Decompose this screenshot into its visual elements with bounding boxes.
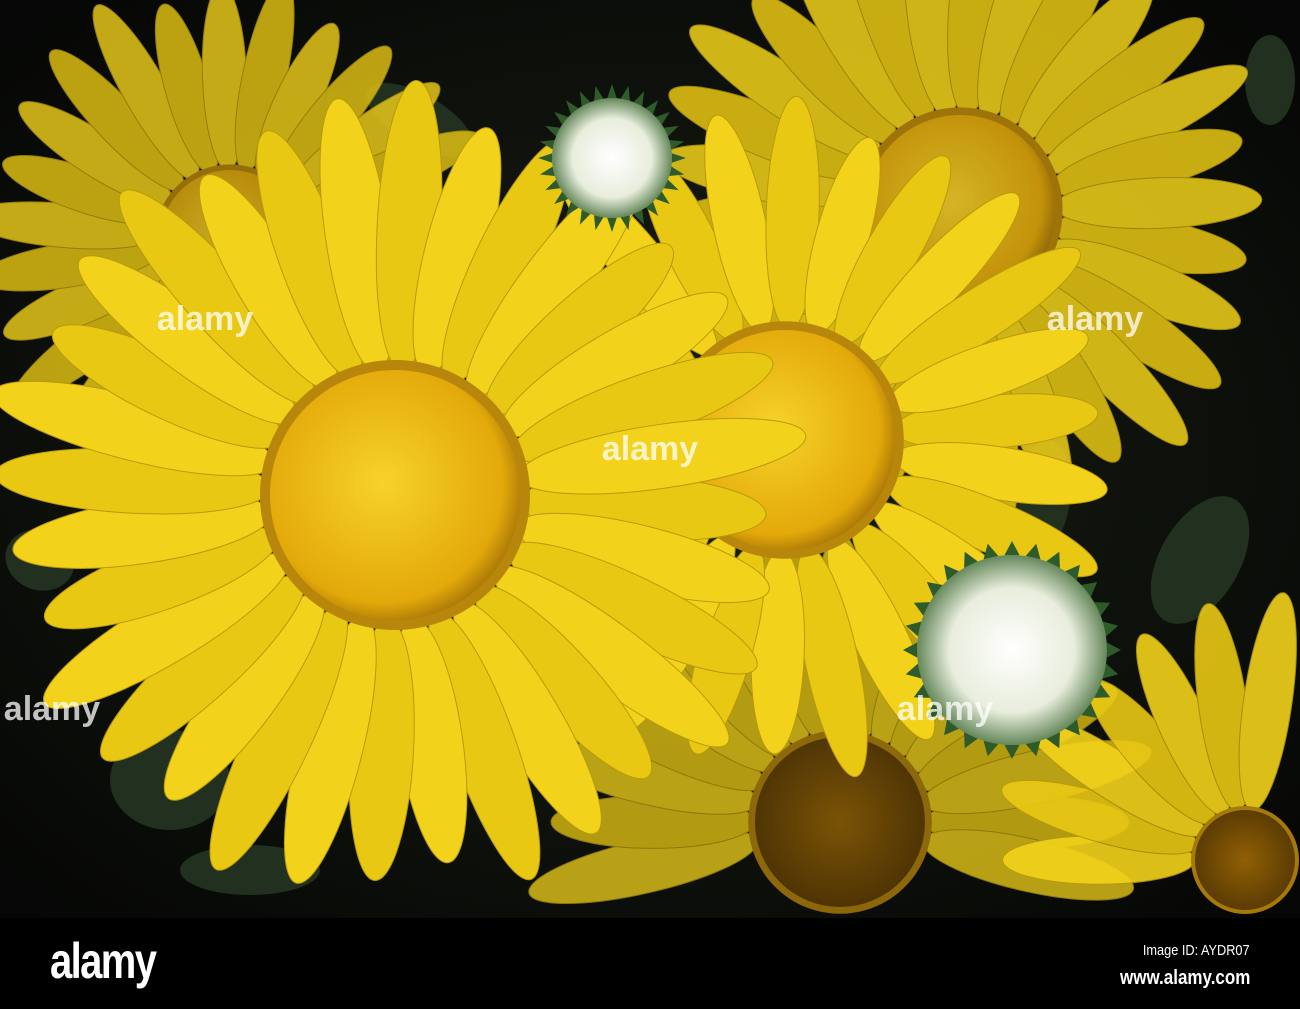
watermark-text: alamy bbox=[1047, 300, 1143, 338]
alamy-logo: alamy bbox=[50, 933, 157, 989]
watermark-text: alamy bbox=[4, 690, 100, 728]
leaf bbox=[1245, 35, 1295, 125]
website-url: www.alamy.com bbox=[1119, 967, 1250, 989]
watermark-text: alamy bbox=[602, 430, 698, 468]
footer-bar: alamy Image ID: AYDR07 www.alamy.com bbox=[0, 918, 1300, 1009]
watermark-text: alamy bbox=[157, 300, 253, 338]
watermark-text: alamy bbox=[897, 690, 993, 728]
bud-head bbox=[552, 98, 672, 218]
stock-photo: alamy alamy alamy alamy alamy alamy Image ID… bbox=[0, 0, 1300, 1009]
flower-disc bbox=[270, 370, 520, 620]
flower-photo: alamy alamy alamy alamy alamy bbox=[0, 0, 1300, 918]
flower-disc bbox=[1195, 810, 1295, 910]
image-id: Image ID: AYDR07 bbox=[1143, 942, 1250, 959]
